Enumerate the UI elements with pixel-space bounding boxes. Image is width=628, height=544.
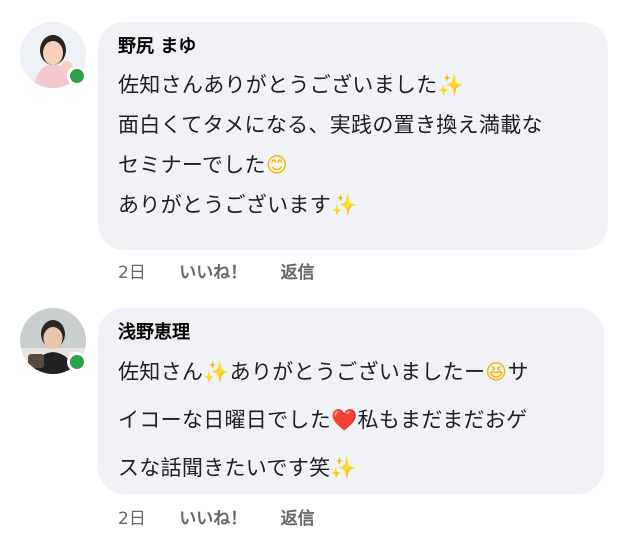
- comment-line: ありがとうございます✨: [118, 190, 594, 220]
- comment-line: セミナーでした😊: [118, 150, 594, 180]
- comment-timestamp[interactable]: 2日: [118, 258, 146, 283]
- comment-text: 佐知さんありがとうございました: [118, 73, 438, 97]
- red-heart-emoji: ❤️: [331, 408, 358, 432]
- comment-bubble: 浅野恵理 佐知さん✨ありがとうございましたー😆サ イコーな日曜日でした❤️私もま…: [98, 308, 604, 494]
- sparkles-emoji: ✨: [437, 73, 464, 97]
- reply-button[interactable]: 返信: [281, 258, 315, 283]
- like-button[interactable]: いいね！: [179, 258, 247, 283]
- sparkles-emoji: ✨: [330, 456, 357, 480]
- comment-meta: 2日 いいね！ 返信: [118, 504, 343, 529]
- comment-author[interactable]: 浅野恵理: [118, 320, 590, 346]
- laughing-face-emoji: 😆: [485, 360, 508, 384]
- comment-line: 面白くてタメになる、実践の置き換え満載な: [118, 110, 594, 140]
- comment-meta: 2日 いいね！ 返信: [118, 258, 343, 283]
- online-status-dot: [67, 352, 87, 372]
- comment-text: イコーな日曜日でした: [118, 408, 331, 432]
- sparkles-emoji: ✨: [203, 360, 230, 384]
- sparkles-emoji: ✨: [331, 193, 358, 217]
- comment-line: イコーな日曜日でした❤️私もまだまだおゲ: [118, 402, 590, 438]
- comment-text: サ: [507, 360, 529, 384]
- comment-line: 佐知さん✨ありがとうございましたー😆サ: [118, 354, 590, 390]
- comment-text: セミナーでした: [118, 153, 266, 177]
- comment-text: ありがとうございます: [118, 193, 331, 217]
- comment-line: 佐知さんありがとうございました✨: [118, 70, 594, 100]
- comment-line: スな話聞きたいです笑✨: [118, 450, 590, 486]
- comment-timestamp[interactable]: 2日: [118, 504, 146, 529]
- comment-text: スな話聞きたいです笑: [118, 456, 331, 480]
- like-button[interactable]: いいね！: [179, 504, 247, 529]
- comment-text: 佐知さん: [118, 360, 204, 384]
- comment-text: 私もまだまだおゲ: [357, 408, 528, 432]
- comment-bubble: 野尻 まゆ 佐知さんありがとうございました✨ 面白くてタメになる、実践の置き換え…: [98, 22, 608, 250]
- avatar[interactable]: [20, 22, 87, 88]
- reply-button[interactable]: 返信: [281, 504, 315, 529]
- online-status-dot: [67, 66, 87, 86]
- comment-text: 面白くてタメになる、実践の置き換え満載な: [118, 113, 543, 137]
- comment-author[interactable]: 野尻 まゆ: [118, 34, 594, 60]
- avatar[interactable]: [20, 308, 87, 374]
- comment-text: ありがとうございましたー: [229, 360, 486, 384]
- smiling-face-emoji: 😊: [265, 153, 289, 177]
